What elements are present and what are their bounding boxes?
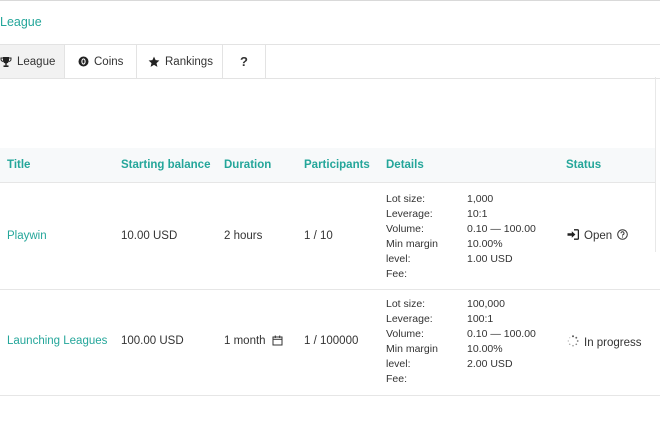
table-row: Launching Leagues 100.00 USD 1 month 1 /… [0, 290, 660, 396]
detail-label-min-margin: Min margin [386, 343, 438, 355]
detail-label-leverage: Leverage: [386, 208, 433, 220]
detail-label-volume: Volume: [386, 328, 424, 340]
duration: 1 month [224, 335, 266, 347]
tab-league[interactable]: League [0, 45, 65, 78]
tab-bar: League Coins Rankings ? [0, 44, 660, 79]
sign-in-icon [567, 229, 580, 243]
detail-label-level: level: [386, 358, 411, 370]
duration-cell: 1 month [224, 335, 283, 349]
tab-coins[interactable]: Coins [65, 45, 137, 78]
detail-label-volume: Volume: [386, 223, 424, 235]
status-text: In progress [584, 336, 642, 349]
header-starting-balance: Starting balance [121, 159, 211, 171]
detail-label-leverage: Leverage: [386, 313, 433, 325]
detail-lot-size: 100,000 [467, 298, 505, 310]
header-duration: Duration [224, 159, 272, 171]
detail-lot-size: 1,000 [467, 193, 494, 205]
league-title-link[interactable]: Launching Leagues [7, 335, 107, 347]
header-status: Status [566, 159, 602, 171]
detail-volume: 0.10 — 100.00 [467, 328, 536, 340]
status-text: Open [584, 230, 613, 242]
detail-leverage: 10:1 [467, 208, 488, 220]
detail-leverage: 100:1 [467, 313, 494, 325]
detail-fee: 1.00 USD [467, 253, 513, 265]
detail-label-lot-size: Lot size: [386, 298, 426, 310]
table-row: Playwin 10.00 USD 2 hours 1 / 10 Lot siz… [0, 183, 660, 290]
starting-balance: 100.00 USD [121, 335, 184, 347]
header-participants: Participants [304, 159, 370, 171]
table-header: Title Starting balance Duration Particip… [0, 148, 655, 183]
status-in-progress: In progress [567, 335, 642, 350]
detail-min-margin-level: 10.00% [467, 238, 503, 250]
tab-rankings[interactable]: Rankings [137, 45, 223, 78]
participants: 1 / 100000 [304, 335, 359, 347]
header-details: Details [386, 159, 424, 171]
star-icon [148, 56, 160, 68]
status-open[interactable]: Open [567, 229, 628, 243]
detail-fee: 2.00 USD [467, 358, 513, 370]
detail-label-lot-size: Lot size: [386, 193, 426, 205]
tab-rankings-label: Rankings [165, 55, 213, 68]
detail-label-level: level: [386, 253, 411, 265]
calendar-icon [272, 335, 283, 349]
tab-help[interactable]: ? [223, 45, 266, 78]
question-mark: ? [240, 54, 248, 69]
starting-balance: 10.00 USD [121, 230, 178, 242]
header-title: Title [7, 159, 31, 171]
tab-coins-label: Coins [94, 55, 124, 68]
detail-label-fee: Fee: [386, 268, 408, 280]
question-circle-icon[interactable] [617, 229, 628, 243]
detail-min-margin-level: 10.00% [467, 343, 503, 355]
coin-icon [78, 56, 89, 67]
top-divider [0, 0, 660, 1]
detail-label-fee: Fee: [386, 373, 408, 385]
spinner-icon [567, 335, 579, 350]
tab-league-label: League [17, 55, 56, 68]
detail-label-min-margin: Min margin [386, 238, 438, 250]
page-title: League [0, 15, 42, 29]
duration: 2 hours [224, 230, 263, 242]
participants: 1 / 10 [304, 230, 333, 242]
league-title-link[interactable]: Playwin [7, 230, 47, 242]
trophy-icon [0, 56, 12, 68]
detail-volume: 0.10 — 100.00 [467, 223, 536, 235]
